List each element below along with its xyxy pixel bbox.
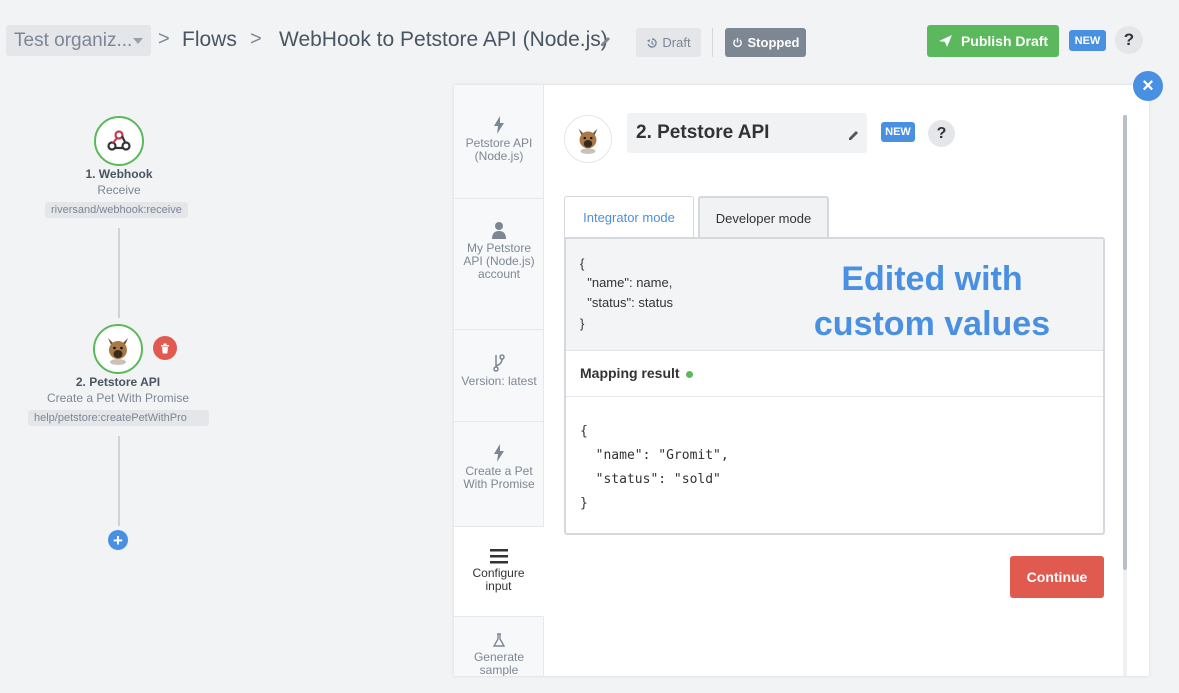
node-title: 2. Petstore API — [75, 375, 161, 389]
step-nav-label: Generate sample — [473, 650, 525, 677]
step-navigation: Petstore API (Node.js) My Petstore API (… — [454, 85, 544, 676]
step-nav-label: My Petstore API (Node.js) account — [463, 241, 535, 281]
step-config-panel: Petstore API (Node.js) My Petstore API (… — [454, 85, 1149, 676]
petstore-node[interactable] — [93, 324, 143, 374]
node-path: help/petstore:createPetWithPro — [28, 410, 209, 426]
add-step-button[interactable]: + — [108, 530, 128, 550]
step-nav-function[interactable]: Create a Pet With Promise — [454, 422, 544, 527]
step-nav-configure-input[interactable]: Configure input — [454, 527, 544, 617]
help-button[interactable]: ? — [928, 120, 955, 147]
connector-line — [118, 436, 120, 526]
delete-step-button[interactable] — [153, 336, 177, 360]
top-bar: Test organiz... > Flows > WebHook to Pet… — [0, 0, 1179, 80]
power-icon — [732, 37, 742, 48]
stopped-label: Stopped — [747, 35, 800, 50]
status-dot-icon — [685, 370, 693, 378]
step-nav-label: Create a Pet With Promise — [463, 464, 535, 491]
publish-label: Publish Draft — [960, 33, 1049, 49]
step-nav-label: Version: latest — [461, 374, 537, 388]
paper-plane-icon — [938, 35, 952, 47]
node-subtitle: Receive — [97, 183, 141, 197]
new-badge: NEW — [881, 122, 915, 142]
panel-scrollbar[interactable] — [1123, 115, 1127, 676]
user-icon — [492, 222, 506, 239]
code-line: "name": "Gromit", — [580, 448, 729, 463]
code-line: "status": status — [580, 295, 674, 310]
publish-draft-button[interactable]: Publish Draft — [927, 25, 1059, 57]
tab-developer-mode[interactable]: Developer mode — [698, 196, 829, 238]
step-nav-credentials[interactable]: My Petstore API (Node.js) account — [454, 199, 544, 330]
code-line: { — [580, 256, 585, 271]
code-line: } — [580, 316, 585, 331]
node-title: 1. Webhook — [85, 167, 153, 181]
edit-step-name-icon[interactable] — [846, 127, 862, 143]
code-line: { — [580, 424, 588, 439]
branch-icon — [493, 354, 505, 372]
flask-icon — [493, 633, 505, 647]
draft-label: Draft — [662, 35, 691, 50]
help-button[interactable]: ? — [1115, 26, 1143, 54]
webhook-node[interactable] — [94, 116, 144, 166]
scrollbar-thumb[interactable] — [1123, 115, 1127, 570]
developer-mode-panel: { "name": name, "status": status } Edite… — [564, 237, 1105, 535]
connector-line — [118, 228, 120, 318]
breadcrumb-separator: > — [250, 28, 262, 50]
menu-icon — [489, 549, 508, 564]
bolt-icon — [494, 116, 504, 134]
continue-button[interactable]: Continue — [1010, 556, 1104, 598]
step-nav-label: Petstore API (Node.js) — [465, 136, 533, 163]
dog-icon — [578, 128, 598, 154]
step-name-field[interactable]: 2. Petstore API — [627, 113, 867, 153]
component-avatar — [564, 115, 612, 163]
breadcrumb-flows[interactable]: Flows — [182, 28, 237, 52]
node-path: riversand/webhook:receive — [45, 202, 188, 218]
organization-name: Test organiz... — [14, 30, 133, 51]
trash-icon — [161, 343, 169, 353]
bolt-icon — [494, 444, 504, 462]
step-nav-label: Configure input — [472, 566, 525, 593]
code-line: "status": "sold" — [580, 472, 721, 487]
step-nav-generate-sample[interactable]: Generate sample — [454, 617, 544, 676]
mapping-result-header: Mapping result — [566, 351, 1103, 397]
caret-down-icon — [133, 38, 143, 44]
code-line: "name": name, — [580, 275, 673, 290]
step-name: 2. Petstore API — [636, 122, 770, 143]
webhook-icon — [107, 130, 131, 151]
close-panel-button[interactable]: × — [1133, 71, 1163, 101]
tab-integrator-mode[interactable]: Integrator mode — [564, 196, 694, 238]
organization-select[interactable]: Test organiz... — [6, 25, 151, 56]
stopped-toggle-button[interactable]: Stopped — [725, 28, 806, 57]
dog-icon — [108, 338, 128, 365]
code-line: } — [580, 496, 588, 511]
step-config-main: 2. Petstore API NEW ? Integrator mode De… — [544, 85, 1144, 676]
flow-name: WebHook to Petstore API (Node.js) — [279, 28, 608, 51]
new-badge: NEW — [1069, 30, 1106, 51]
draft-button[interactable]: Draft — [636, 28, 701, 57]
step-nav-version[interactable]: Version: latest — [454, 330, 544, 422]
edit-flow-name-icon[interactable] — [598, 33, 614, 49]
mapping-result-label: Mapping result — [580, 365, 680, 381]
annotation-callout: Edited with custom values — [813, 260, 1051, 343]
history-icon — [647, 37, 658, 48]
mapping-code-editor[interactable]: { "name": name, "status": status } Edite… — [566, 239, 1103, 351]
node-subtitle: Create a Pet With Promise — [46, 391, 190, 405]
divider — [712, 28, 713, 57]
step-nav-component[interactable]: Petstore API (Node.js) — [454, 94, 544, 199]
breadcrumb-separator: > — [158, 28, 170, 50]
